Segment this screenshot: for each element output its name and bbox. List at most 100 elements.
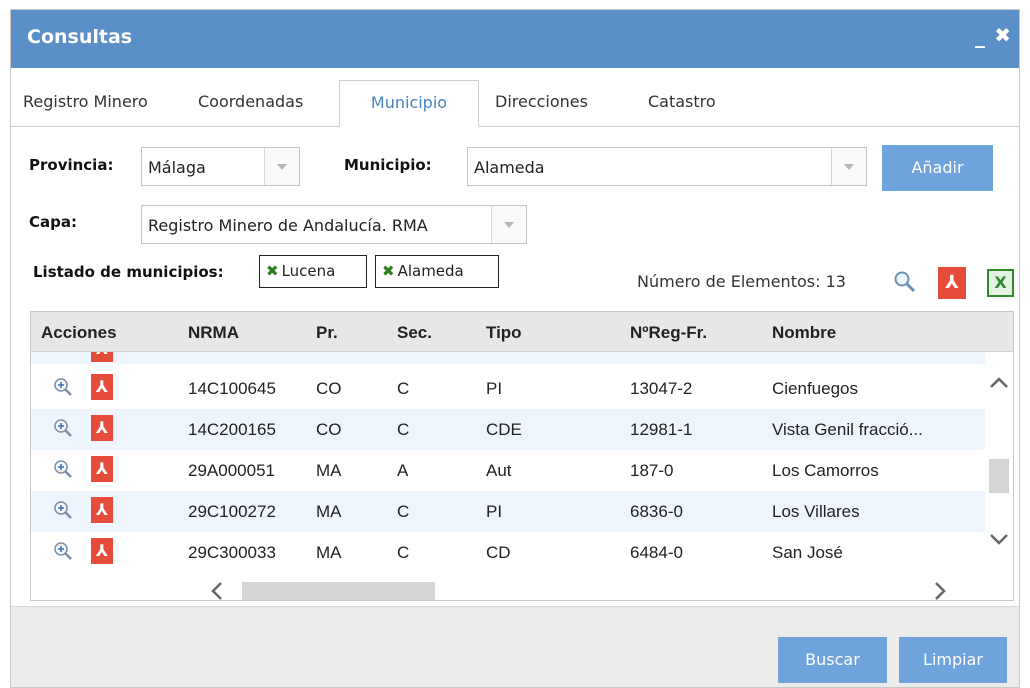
- results-grid: Acciones NRMA Pr. Sec. Tipo NºReg-Fr. No…: [30, 311, 1014, 601]
- cell-nreg: 6836-0: [630, 502, 683, 521]
- cell-nrma: 29C100272: [188, 502, 276, 521]
- remove-icon[interactable]: ✖: [382, 262, 395, 280]
- cell-nombre: Los Villares: [772, 502, 860, 521]
- header-tipo[interactable]: Tipo: [486, 323, 522, 343]
- add-button[interactable]: Añadir: [882, 145, 993, 191]
- vertical-scrollbar[interactable]: [985, 352, 1013, 578]
- header-nombre[interactable]: Nombre: [772, 323, 836, 343]
- tab-coordenadas[interactable]: Coordenadas: [198, 92, 303, 111]
- title-bar[interactable]: Consultas _ ✖: [11, 10, 1019, 68]
- zoom-icon[interactable]: [53, 541, 73, 561]
- capa-label: Capa:: [29, 213, 77, 231]
- export-pdf-button[interactable]: ⅄: [938, 267, 966, 299]
- pdf-icon: ⅄: [945, 272, 959, 293]
- dialog-footer: Buscar Limpiar: [11, 606, 1019, 687]
- cell-nombre: Cienfuegos: [772, 379, 859, 398]
- list-label: Listado de municipios:: [33, 263, 224, 281]
- cell-nrma: 29A000051: [188, 461, 275, 480]
- cell-tipo: PI: [486, 502, 503, 521]
- zoom-all-button[interactable]: [893, 270, 917, 294]
- cell-nreg: 187-0: [630, 461, 674, 480]
- cell-pr: MA: [316, 502, 342, 521]
- horizontal-scroll-thumb[interactable]: [242, 582, 435, 600]
- provincia-label: Provincia:: [29, 156, 114, 174]
- cell-nombre: Vista Genil fracció...: [772, 420, 923, 439]
- zoom-icon[interactable]: [53, 500, 73, 520]
- chip-label: Lucena: [281, 262, 336, 280]
- magnifier-plus-icon: [54, 460, 72, 478]
- zoom-icon[interactable]: [53, 459, 73, 479]
- pdf-icon[interactable]: ⅄: [91, 415, 113, 441]
- cell-nombre: San José: [772, 543, 843, 562]
- table-row[interactable]: ⅄ 29C100272 MA C PI 6836-0 Los Villares: [31, 491, 986, 532]
- grid-header: Acciones NRMA Pr. Sec. Tipo NºReg-Fr. No…: [31, 312, 1013, 352]
- header-nrma[interactable]: NRMA: [188, 323, 239, 343]
- municipio-label: Municipio:: [344, 156, 432, 174]
- capa-value: Registro Minero de Andalucía. RMA: [148, 216, 428, 235]
- header-sec[interactable]: Sec.: [397, 323, 432, 343]
- magnifier-icon: [894, 271, 916, 293]
- horizontal-scrollbar[interactable]: [31, 578, 1013, 600]
- magnifier-plus-icon: [54, 378, 72, 396]
- scroll-right-icon[interactable]: [934, 581, 948, 600]
- pdf-icon[interactable]: ⅄: [91, 497, 113, 523]
- clear-button[interactable]: Limpiar: [899, 637, 1007, 683]
- chevron-down-icon[interactable]: [491, 206, 526, 243]
- chip-alameda[interactable]: ✖ Alameda: [375, 255, 499, 288]
- municipio-value: Alameda: [474, 158, 545, 177]
- export-excel-button[interactable]: X: [987, 269, 1014, 297]
- tab-catastro[interactable]: Catastro: [648, 92, 716, 111]
- cell-nombre: Los Camorros: [772, 461, 879, 480]
- scroll-up-icon[interactable]: [989, 370, 1009, 395]
- scroll-down-icon[interactable]: [989, 528, 1009, 553]
- header-acciones[interactable]: Acciones: [41, 323, 117, 343]
- zoom-icon[interactable]: [53, 377, 73, 397]
- chevron-down-icon[interactable]: [264, 148, 299, 185]
- close-button[interactable]: ✖: [994, 23, 1011, 47]
- header-pr[interactable]: Pr.: [316, 323, 338, 343]
- tab-municipio[interactable]: Municipio: [339, 80, 479, 127]
- header-nreg[interactable]: NºReg-Fr.: [630, 323, 707, 343]
- minimize-button[interactable]: _: [975, 24, 985, 48]
- tab-bar: Registro Minero Coordenadas Municipio Di…: [11, 68, 1019, 127]
- cell-tipo: CDE: [486, 420, 522, 439]
- remove-icon[interactable]: ✖: [266, 262, 279, 280]
- cell-pr: CO: [316, 420, 342, 439]
- cell-nreg: 12981-1: [630, 420, 693, 439]
- cell-nrma: 29C300033: [188, 543, 276, 562]
- consultas-dialog: Consultas _ ✖ Registro Minero Coordenada…: [10, 9, 1020, 688]
- capa-select[interactable]: Registro Minero de Andalucía. RMA: [141, 205, 527, 244]
- magnifier-plus-icon: [54, 542, 72, 560]
- pdf-icon[interactable]: ⅄: [91, 374, 113, 400]
- chip-label: Alameda: [397, 262, 464, 280]
- scroll-left-icon[interactable]: [209, 581, 223, 600]
- table-row[interactable]: ⅄ 14C200165 CO C CDE 12981-1 Vista Genil…: [31, 409, 986, 450]
- provincia-value: Málaga: [148, 158, 206, 177]
- table-row-partial: ⅄: [31, 352, 986, 364]
- cell-tipo: CD: [486, 543, 511, 562]
- zoom-icon[interactable]: [53, 418, 73, 438]
- window-title: Consultas: [27, 26, 133, 48]
- table-row[interactable]: ⅄ 14C100645 CO C PI 13047-2 Cienfuegos: [31, 368, 986, 409]
- pdf-icon[interactable]: ⅄: [91, 352, 113, 362]
- table-row[interactable]: ⅄ 29A000051 MA A Aut 187-0 Los Camorros: [31, 450, 986, 491]
- cell-nrma: 14C200165: [188, 420, 276, 439]
- excel-icon: X: [994, 273, 1007, 292]
- cell-nrma: 14C100645: [188, 379, 276, 398]
- search-button[interactable]: Buscar: [778, 637, 887, 683]
- cell-pr: MA: [316, 543, 342, 562]
- cell-pr: MA: [316, 461, 342, 480]
- pdf-icon[interactable]: ⅄: [91, 538, 113, 564]
- tab-direcciones[interactable]: Direcciones: [495, 92, 588, 111]
- chevron-down-icon[interactable]: [831, 148, 866, 185]
- municipio-select[interactable]: Alameda: [467, 147, 867, 186]
- pdf-icon[interactable]: ⅄: [91, 456, 113, 482]
- vertical-scroll-thumb[interactable]: [989, 459, 1009, 493]
- tab-registro-minero[interactable]: Registro Minero: [23, 92, 148, 111]
- table-row[interactable]: ⅄ 29C300033 MA C CD 6484-0 San José: [31, 532, 986, 573]
- cell-sec: A: [397, 461, 409, 480]
- cell-sec: C: [397, 420, 410, 439]
- provincia-select[interactable]: Málaga: [141, 147, 300, 186]
- cell-tipo: PI: [486, 379, 503, 398]
- chip-lucena[interactable]: ✖ Lucena: [259, 255, 367, 288]
